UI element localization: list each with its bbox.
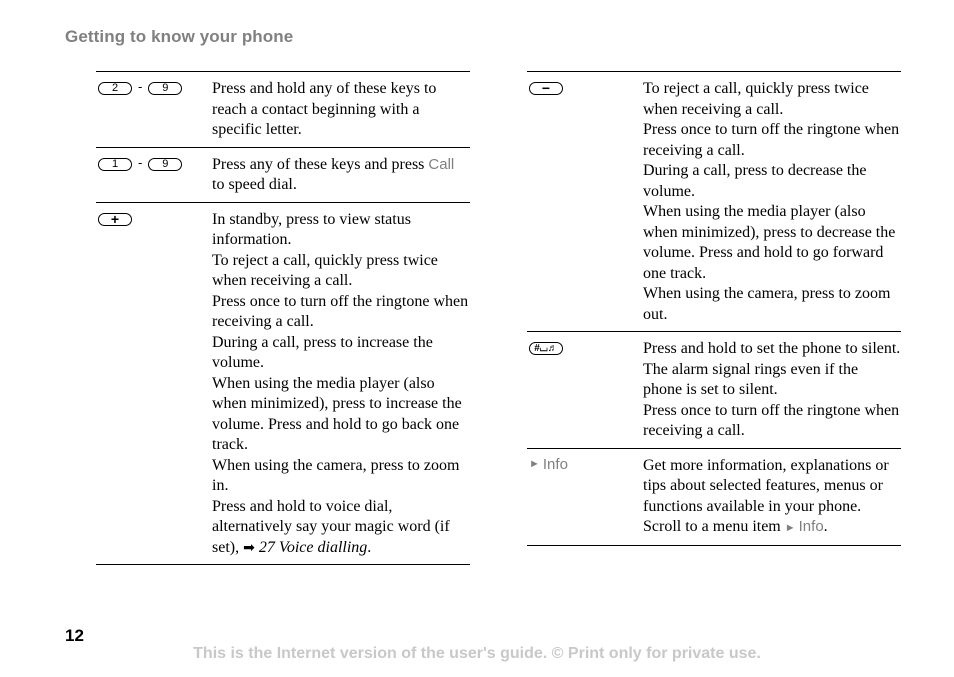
menu-item-cell: ► Info — [527, 456, 643, 539]
key-single: − — [527, 79, 643, 325]
description-text: Press once to turn off the ringtone when… — [643, 401, 900, 440]
key-single: + — [96, 210, 212, 559]
section-title: Getting to know your phone — [65, 27, 294, 46]
range-separator: - — [138, 79, 143, 94]
info-text: Info — [542, 455, 568, 473]
table-row: 1 - 9 Press any of these keys and press … — [96, 146, 470, 202]
description-text: When using the media player (also when m… — [212, 374, 462, 454]
key-description: Get more information, explanations or ti… — [643, 456, 901, 539]
key-9-icon: 9 — [148, 82, 183, 95]
call-key-reference: Call — [428, 155, 455, 173]
description-text: When using the camera, press to zoom in. — [212, 456, 460, 495]
description-text: Get more information, explanations or ti… — [643, 456, 901, 539]
table-row: 2 - 9 Press and hold any of these keys t… — [96, 71, 470, 147]
volume-up-key-icon: + — [98, 212, 132, 226]
left-key-table: 2 - 9 Press and hold any of these keys t… — [96, 71, 470, 565]
description-text: Press any of these keys and press Call t… — [212, 155, 470, 196]
table-row: #⌴♬ Press and hold to set the phone to s… — [527, 331, 901, 448]
info-menu-reference: Info — [798, 518, 824, 535]
key-2-icon: 2 — [98, 82, 132, 95]
key-single: #⌴♬ — [527, 339, 643, 442]
triangle-right-icon: ► — [784, 522, 796, 534]
footer-note: This is the Internet version of the user… — [193, 645, 761, 662]
description-text: Press once to turn off the ringtone when… — [212, 292, 469, 331]
info-menu-label: ► Info — [529, 456, 568, 473]
text-part: . — [367, 538, 372, 556]
text-part: to speed dial. — [212, 176, 297, 193]
table-row: − To reject a call, quickly press twice … — [527, 71, 901, 331]
description-text: To reject a call, quickly press twice wh… — [212, 251, 438, 290]
description-text: In standby, press to view status informa… — [212, 210, 411, 249]
description-text: Press and hold to set the phone to silen… — [643, 340, 901, 398]
text-part: . — [823, 518, 828, 535]
description-text: Press and hold to voice dial, alternativ… — [212, 497, 470, 559]
arrow-right-icon: ➡ — [243, 539, 255, 556]
description-text: Press and hold any of these keys to reac… — [212, 80, 437, 138]
description-text: Press once to turn off the ringtone when… — [643, 121, 900, 159]
key-description: Press and hold to set the phone to silen… — [643, 339, 901, 442]
description-text: During a call, press to increase the vol… — [212, 333, 433, 372]
range-separator: - — [138, 154, 143, 170]
key-description: To reject a call, quickly press twice wh… — [643, 79, 901, 325]
page-reference-link[interactable]: 27 Voice dialling — [259, 539, 367, 556]
key-description: In standby, press to view status informa… — [212, 210, 470, 559]
description-text: When using the media player (also when m… — [643, 203, 896, 282]
right-key-table: − To reject a call, quickly press twice … — [527, 71, 901, 546]
triangle-right-icon: ► — [529, 458, 540, 470]
description-text: When using the camera, press to zoom out… — [643, 285, 891, 323]
table-row: ► Info Get more information, explanations… — [527, 447, 901, 546]
table-row: + In standby, press to view status infor… — [96, 201, 470, 565]
key-description: Press and hold any of these keys to reac… — [212, 79, 470, 141]
text-part: Press any of these keys and press — [212, 155, 429, 173]
page-number: 12 — [65, 626, 84, 645]
key-9-icon: 9 — [148, 157, 183, 171]
text-part: Get more information, explanations or ti… — [643, 456, 889, 536]
description-text: To reject a call, quickly press twice wh… — [643, 80, 869, 118]
description-text: During a call, press to decrease the vol… — [643, 162, 867, 200]
key-range: 2 - 9 — [96, 79, 212, 141]
silent-key-icon: #⌴♬ — [529, 342, 563, 355]
key-1-icon: 1 — [98, 157, 132, 171]
key-range: 1 - 9 — [96, 155, 212, 196]
key-description: Press any of these keys and press Call t… — [212, 155, 470, 196]
volume-down-key-icon: − — [529, 81, 563, 95]
